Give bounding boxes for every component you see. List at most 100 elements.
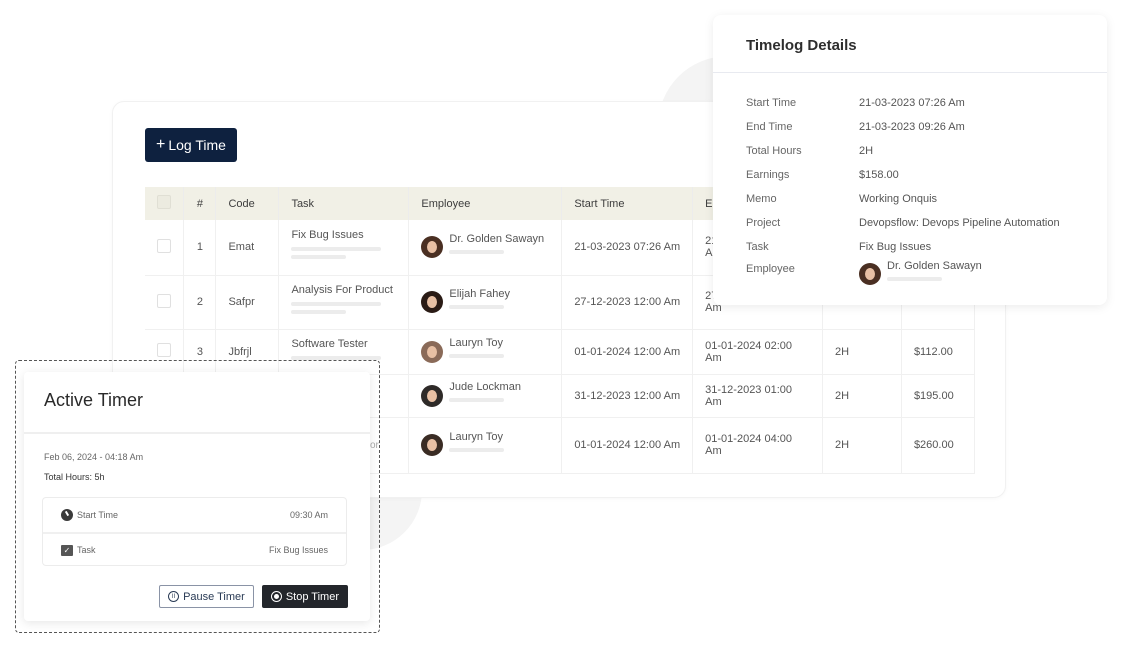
row-code: Emat — [215, 220, 280, 276]
row-checkbox[interactable] — [157, 343, 171, 357]
avatar — [421, 291, 444, 313]
employee-name: Dr. Golden Sawayn — [449, 232, 545, 245]
task-name: Software Tester — [291, 337, 368, 350]
row-num: 1 — [183, 220, 217, 276]
detail-value: Working Onquis — [859, 193, 938, 205]
avatar — [859, 263, 881, 285]
row-end-time: 31-12-2023 01:00 Am — [692, 374, 823, 418]
detail-label: Start Time — [746, 97, 797, 109]
row-employee: Elijah Fahey — [408, 275, 563, 330]
timer-info-box: Start Time 09:30 Am ✓ Task Fix Bug Issues — [42, 497, 347, 566]
detail-label: Project — [746, 217, 781, 229]
divider — [713, 72, 1107, 73]
row-code: Safpr — [215, 275, 280, 330]
stop-icon — [270, 591, 282, 602]
detail-label: Memo — [746, 193, 777, 205]
avatar — [421, 384, 444, 407]
header-code[interactable]: Code — [215, 187, 280, 220]
row-earnings: $112.00 — [901, 329, 976, 375]
detail-employee: Employee Dr. Golden Sawayn — [746, 259, 1096, 285]
header-employee[interactable]: Employee — [408, 187, 563, 220]
row-start-time: 31-12-2023 12:00 Am — [561, 374, 694, 418]
stop-label: Stop Timer — [285, 590, 339, 603]
row-total-hours: 2H — [822, 374, 902, 418]
detail-memo: Memo Working Onquis — [746, 187, 1096, 211]
row-num: 2 — [183, 275, 217, 330]
header-start-time[interactable]: Start Time — [561, 187, 694, 220]
header-task[interactable]: Task — [278, 187, 410, 220]
detail-start-time: Start Time 21-03-2023 07:26 Am — [746, 91, 1096, 115]
detail-project: Project Devopsflow: Devops Pipeline Autom… — [746, 211, 1096, 235]
pause-icon: II — [168, 591, 180, 602]
detail-total-hours: Total Hours 2H — [746, 139, 1096, 163]
row-start-time: 27-12-2023 12:00 Am — [561, 275, 694, 330]
detail-earnings: Earnings $158.00 — [746, 163, 1096, 187]
detail-value: Fix Bug Issues — [859, 241, 932, 253]
task-name: Fix Bug Issues — [291, 229, 364, 242]
clock-icon — [61, 509, 73, 521]
row-task: Fix Bug Issues — [278, 220, 410, 276]
placeholder-bar — [291, 355, 382, 360]
select-all-checkbox[interactable] — [157, 195, 171, 209]
row-start-time: 01-01-2024 12:00 Am — [561, 329, 694, 375]
employee-name: Lauryn Toy — [449, 430, 504, 443]
row-employee: Jude Lockman — [408, 374, 563, 418]
row-checkbox[interactable] — [157, 238, 171, 253]
detail-end-time: End Time 21-03-2023 09:26 Am — [746, 115, 1096, 139]
header-select-all[interactable] — [145, 187, 185, 220]
timer-total-hours: Total Hours: 5h — [44, 472, 105, 482]
row-total-hours: 2H — [822, 417, 902, 474]
timer-date: Feb 06, 2024 - 04:18 Am — [44, 452, 144, 462]
avatar — [421, 434, 444, 456]
placeholder-bar — [449, 447, 505, 452]
placeholder-bar — [291, 310, 347, 314]
timer-start-row: Start Time 09:30 Am — [43, 498, 346, 532]
placeholder-bar — [449, 304, 505, 309]
start-time-value: 09:30 Am — [289, 510, 328, 520]
divider — [24, 432, 370, 434]
placeholder-bar — [449, 398, 505, 402]
stop-timer-button[interactable]: Stop Timer — [261, 585, 348, 608]
detail-value: $158.00 — [859, 169, 899, 181]
placeholder-bar — [291, 302, 382, 306]
task-label: Task — [77, 545, 96, 555]
placeholder-bar — [449, 249, 505, 254]
row-employee: Lauryn Toy — [408, 329, 563, 375]
calendar-check-icon: ✓ — [61, 544, 73, 556]
row-start-time: 01-01-2024 12:00 Am — [561, 417, 694, 474]
timer-task-row: ✓ Task Fix Bug Issues — [43, 532, 346, 566]
timer-title: Active Timer — [44, 390, 144, 410]
detail-value: Devopsflow: Devops Pipeline Automation — [859, 217, 1060, 229]
placeholder-bar — [449, 354, 505, 358]
row-end-time: 01-01-2024 04:00 Am — [692, 417, 823, 474]
employee-name: Elijah Fahey — [449, 287, 510, 300]
employee-name: Lauryn Toy — [449, 337, 504, 349]
details-title: Timelog Details — [746, 37, 857, 54]
task-value: Fix Bug Issues — [268, 545, 328, 555]
header-num[interactable]: # — [183, 187, 217, 220]
detail-value: 21-03-2023 07:26 Am — [859, 97, 965, 109]
employee-name: Jude Lockman — [449, 381, 521, 393]
start-time-label: Start Time — [77, 510, 119, 520]
log-time-label: Log Time — [168, 137, 226, 153]
detail-label: Total Hours — [746, 145, 802, 157]
pause-timer-button[interactable]: II Pause Timer — [159, 585, 254, 608]
avatar — [421, 340, 444, 363]
plus-icon: + — [156, 136, 166, 153]
row-employee: Lauryn Toy — [408, 417, 563, 474]
log-time-button[interactable]: + Log Time — [145, 128, 237, 162]
detail-label: Earnings — [746, 169, 790, 181]
row-employee: Dr. Golden Sawayn — [408, 220, 563, 276]
detail-value: 2H — [859, 145, 874, 157]
detail-label: Employee — [746, 263, 795, 275]
placeholder-bar — [887, 276, 942, 281]
timelog-details-panel: Timelog Details Start Time 21-03-2023 07:… — [713, 15, 1107, 305]
detail-task: Task Fix Bug Issues — [746, 235, 1096, 259]
row-checkbox[interactable] — [157, 293, 171, 308]
pause-label: Pause Timer — [183, 590, 245, 603]
task-name: Analysis For Product — [291, 284, 393, 296]
row-earnings: $195.00 — [901, 374, 976, 418]
row-earnings: $260.00 — [901, 417, 976, 474]
detail-label: End Time — [746, 121, 793, 133]
active-timer-card: Active Timer Feb 06, 2024 - 04:18 Am Tot… — [24, 372, 370, 621]
